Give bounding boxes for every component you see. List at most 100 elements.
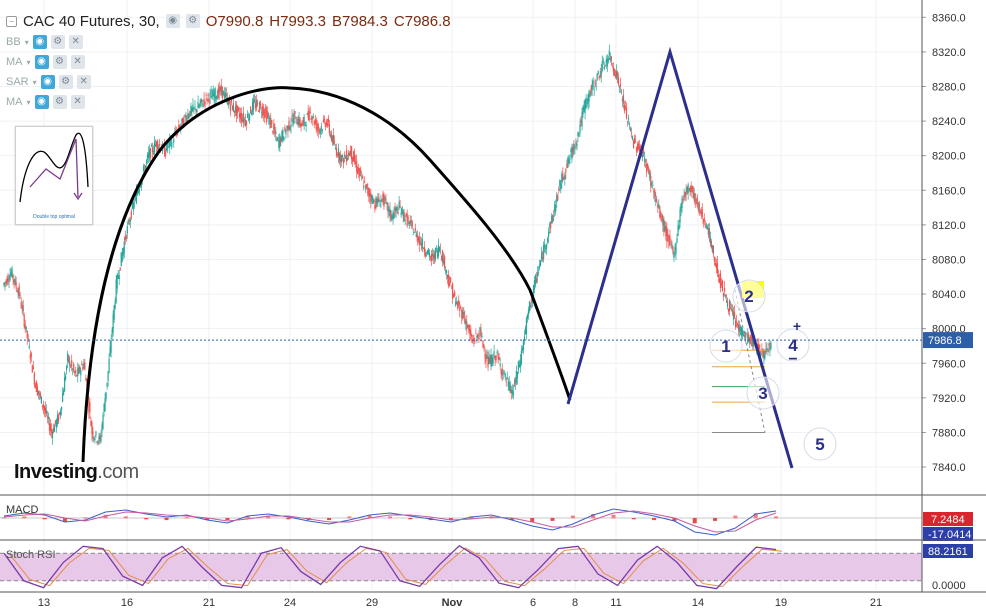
symbol-title: CAC 40 Futures, 30, (23, 12, 160, 30)
macd-histogram-bar (570, 515, 575, 519)
eye-icon[interactable]: ◉ (32, 35, 47, 49)
candle-body (454, 291, 456, 296)
candle-body (133, 203, 135, 205)
y-tick-label: 8040.0 (932, 289, 966, 301)
chevron-down-icon[interactable]: ▾ (27, 98, 31, 107)
candle-body (225, 93, 227, 97)
candle-body (171, 141, 173, 148)
candle-body (71, 360, 73, 367)
candle-body (651, 182, 653, 184)
logo-main: Investing (14, 461, 98, 483)
candle-body (506, 377, 508, 379)
candle-body (273, 123, 275, 131)
candle-body (393, 212, 395, 219)
candle-body (28, 345, 30, 348)
candle-body (45, 410, 48, 414)
chevron-down-icon[interactable]: ▾ (25, 38, 29, 47)
candle-body (673, 252, 675, 259)
chevron-down-icon[interactable]: ▾ (33, 78, 37, 87)
candle-body (371, 194, 373, 200)
chart-window: 1 2 3 4 5 + − 7.2484 -17.0414 88.2161 0.0000 836… (0, 0, 986, 611)
candle-body (579, 124, 581, 134)
candle-body (312, 116, 314, 118)
candle-body (138, 188, 141, 193)
visibility-icon[interactable]: ◉ (165, 14, 180, 28)
close-icon[interactable]: ✕ (70, 95, 85, 109)
indicator-row-ma[interactable]: MA ▾ ◉ ⚙ ✕ (6, 55, 85, 69)
low-value: B7984.3 (332, 12, 388, 30)
candle-body (565, 169, 567, 173)
chart-canvas[interactable]: 12345+− 7.2484-17.0414 88.21610.0000 836… (0, 0, 986, 611)
macd-histogram-bar (774, 516, 778, 519)
candle-body (643, 150, 645, 154)
candle-body (126, 226, 128, 234)
candle-body (730, 309, 733, 310)
candle-body (548, 231, 550, 237)
candle-body (608, 50, 610, 56)
macd-pane-label[interactable]: MACD (6, 504, 38, 516)
candle-body (326, 122, 328, 126)
candle-body (555, 205, 557, 212)
macd-histogram-bar (286, 518, 291, 520)
macd-histogram-bar (733, 515, 738, 519)
candle-body (379, 205, 381, 207)
collapse-icon[interactable]: − (6, 15, 17, 27)
candle-body (644, 157, 646, 163)
candle-body (474, 340, 476, 342)
candle-body (70, 365, 72, 368)
candle-body (564, 174, 566, 180)
candle-body (33, 373, 35, 385)
candle-body (705, 224, 707, 226)
settings-icon[interactable]: ⚙ (185, 14, 200, 28)
candle-body (275, 132, 277, 134)
gear-icon[interactable]: ⚙ (58, 75, 73, 89)
indicator-row-ma2[interactable]: MA ▾ ◉ ⚙ ✕ (6, 95, 85, 109)
eye-icon[interactable]: ◉ (34, 55, 49, 69)
indicator-label: BB (6, 36, 21, 48)
eye-icon[interactable]: ◉ (40, 75, 55, 89)
candle-body (671, 244, 673, 247)
close-icon[interactable]: ✕ (76, 75, 91, 89)
chevron-down-icon[interactable]: ▾ (27, 58, 31, 67)
candle-body (399, 205, 401, 208)
macd-histogram-bar (408, 518, 413, 520)
candle-body (403, 212, 405, 221)
macd-histogram-bar (611, 514, 616, 519)
indicator-row-bb[interactable]: BB ▾ ◉ ⚙ ✕ (6, 35, 83, 49)
candle-body (92, 431, 94, 438)
macd-histogram-bar (692, 518, 697, 524)
candle-body (364, 181, 366, 183)
candle-body (553, 216, 555, 217)
eye-icon[interactable]: ◉ (34, 95, 49, 109)
candle-body (535, 278, 538, 283)
gear-icon[interactable]: ⚙ (52, 95, 67, 109)
candle-body (8, 281, 10, 282)
candle-body (165, 152, 167, 155)
candle-body (16, 290, 18, 293)
candle-body (114, 301, 116, 309)
candle-body (764, 354, 766, 359)
candle-body (61, 406, 63, 411)
candle-body (458, 300, 460, 306)
candle-body (319, 129, 321, 134)
candle-body (289, 126, 291, 131)
close-icon[interactable]: ✕ (70, 55, 85, 69)
candle-body (149, 148, 152, 159)
wave-label: 5 (815, 435, 824, 454)
candle-body (73, 364, 75, 371)
candle-body (696, 196, 698, 207)
candle-body (354, 153, 356, 163)
candle-body (577, 132, 579, 137)
candle-body (729, 307, 732, 309)
gear-icon[interactable]: ⚙ (52, 55, 67, 69)
indicator-row-sar[interactable]: SAR ▾ ◉ ⚙ ✕ (6, 75, 91, 89)
candle-body (363, 185, 365, 188)
candle-body (12, 274, 14, 280)
close-icon[interactable]: ✕ (68, 35, 83, 49)
rsi-pane-label[interactable]: Stoch RSI (6, 549, 56, 561)
candle-body (672, 246, 674, 253)
candle-body (768, 343, 770, 347)
logo-suffix: .com (97, 461, 139, 483)
candle-body (110, 340, 112, 353)
gear-icon[interactable]: ⚙ (50, 35, 65, 49)
